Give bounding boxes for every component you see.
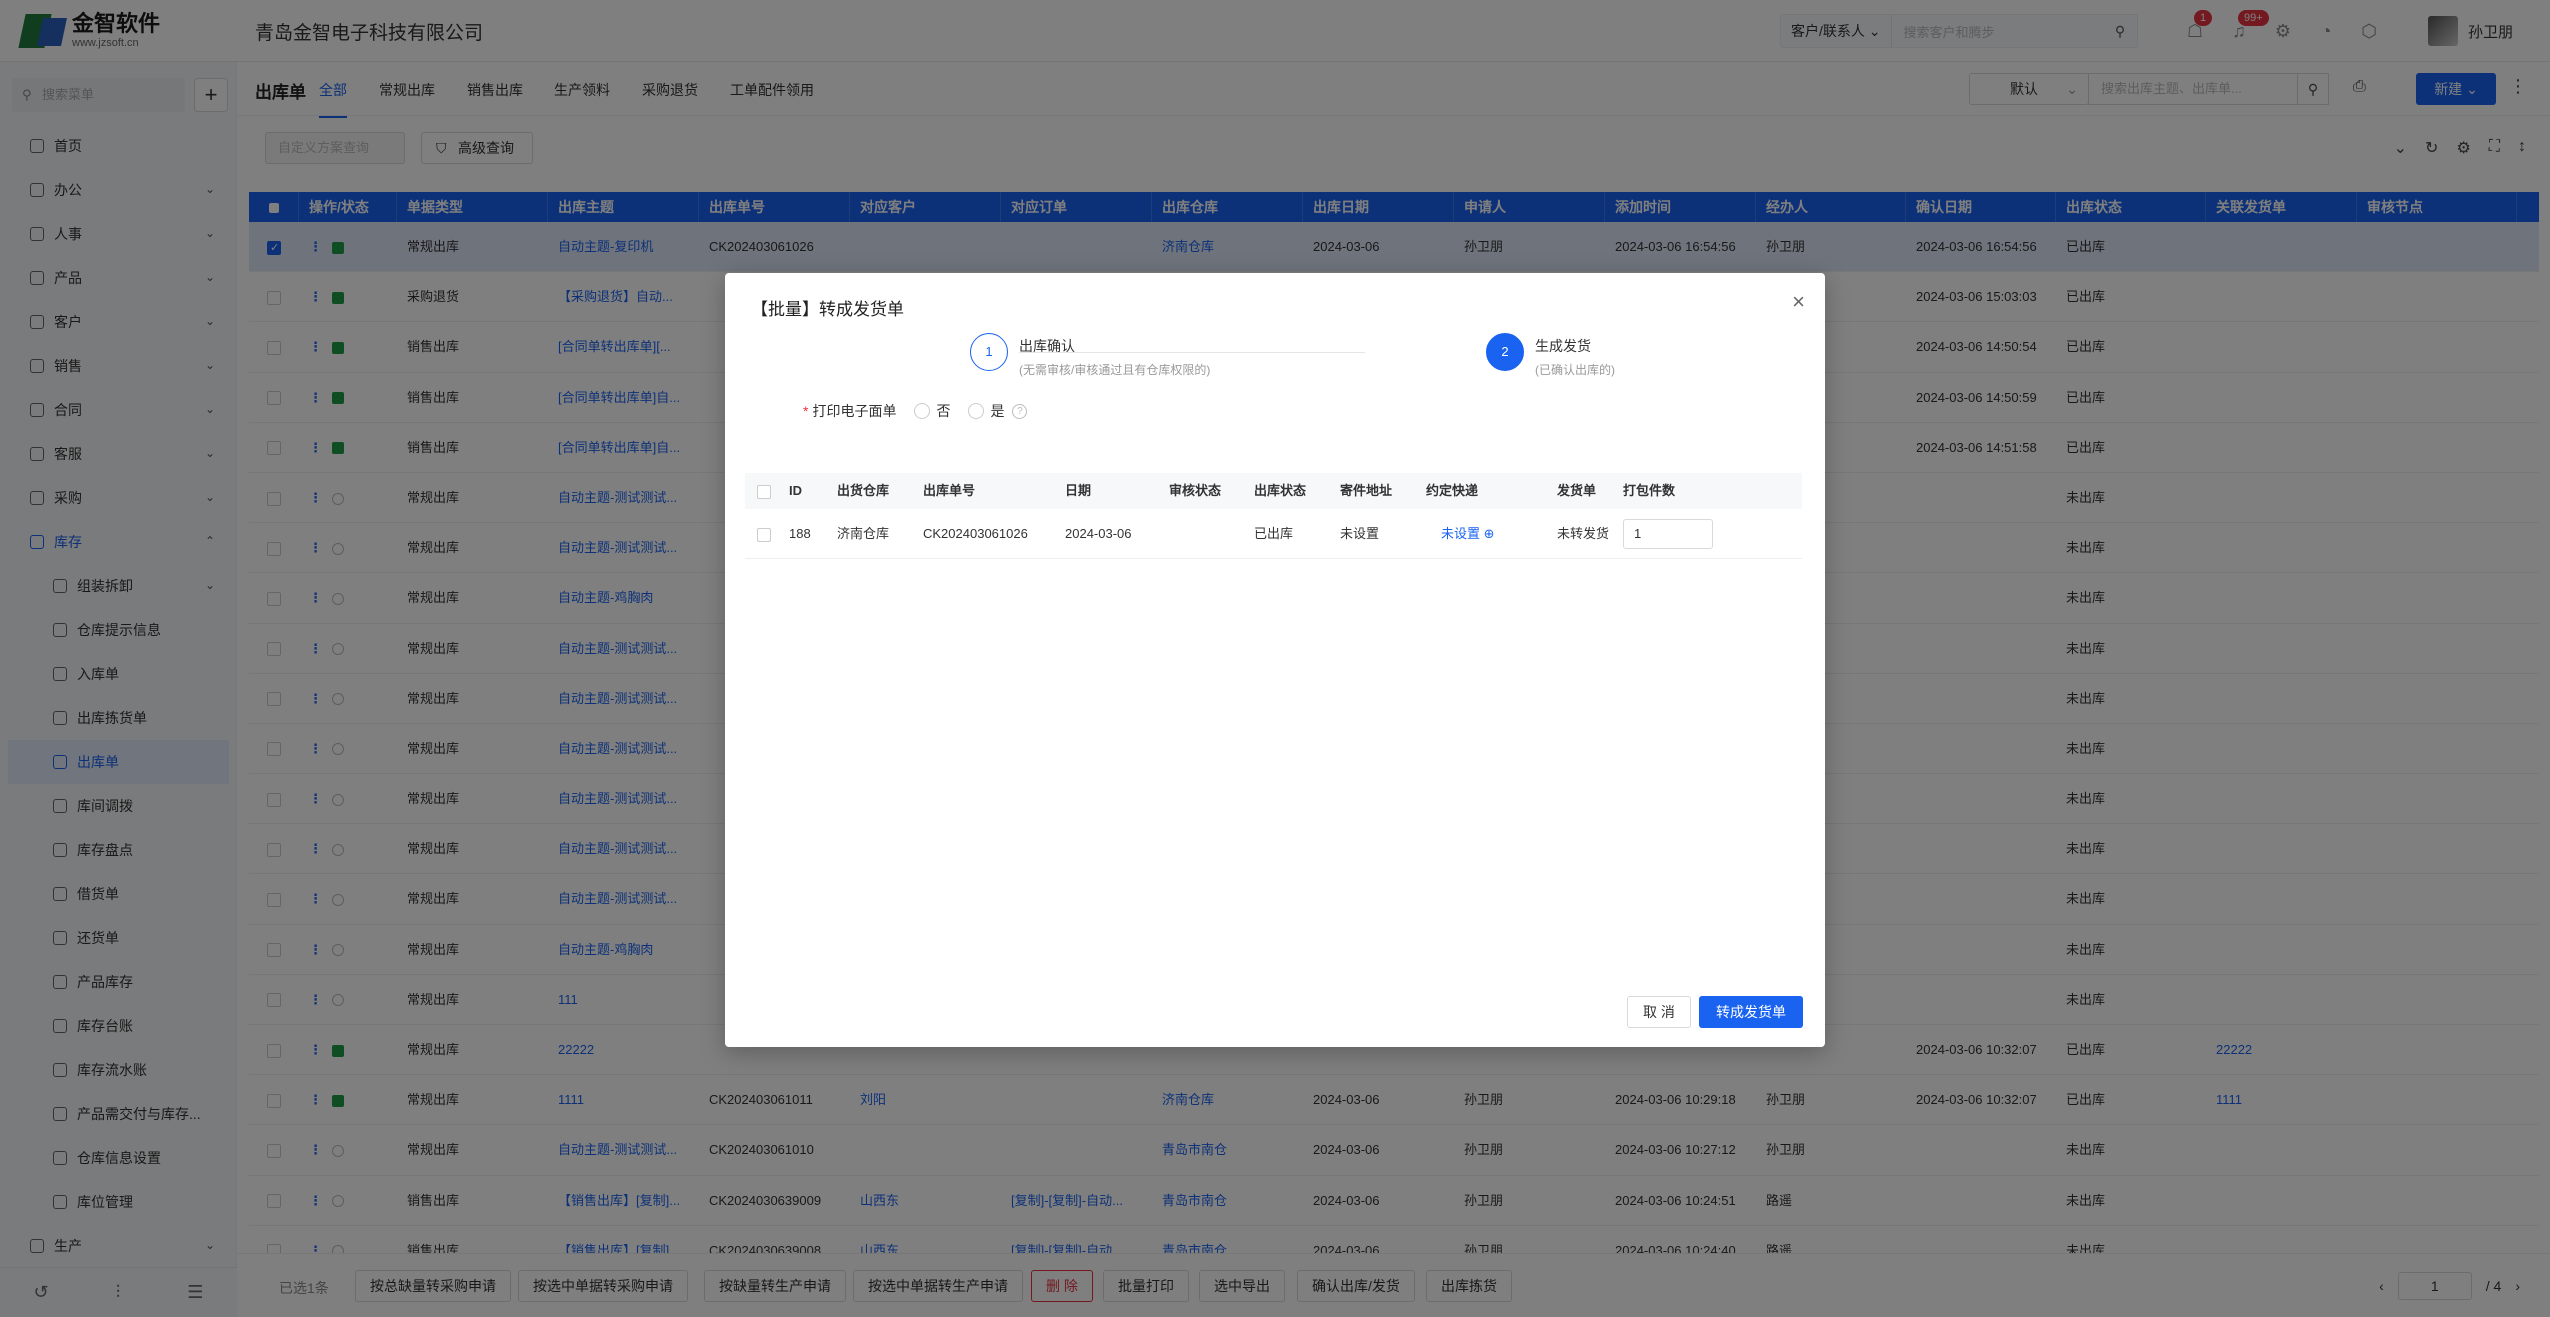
row-shipping-order: 未转发货 [1557, 526, 1610, 541]
step-2-circle: 2 [1486, 333, 1524, 371]
col-outbound-status: 出库状态 [1254, 483, 1307, 498]
col-outbound-no: 出库单号 [923, 483, 976, 498]
row-date: 2024-03-06 [1065, 526, 1132, 541]
shipping-table-row: 188 济南仓库 CK202403061026 2024-03-06 已出库 未… [745, 509, 1802, 559]
row-warehouse: 济南仓库 [837, 526, 890, 541]
row-outbound-status: 已出库 [1254, 526, 1294, 541]
row-id: 188 [789, 526, 811, 541]
package-count-input[interactable]: 1 [1623, 519, 1713, 549]
radio-yes-label[interactable]: 是 [990, 401, 1004, 421]
row-express-link[interactable]: 未设置 ⊕ [1441, 509, 1495, 559]
step-2-title: 生成发货 [1535, 338, 1591, 354]
col-express: 约定快递 [1426, 483, 1479, 498]
row-sender-address: 未设置 [1340, 526, 1380, 541]
col-audit-status: 审核状态 [1169, 483, 1222, 498]
step-2: 2 生成发货 (已确认出库的) [1486, 333, 1615, 378]
row-express-label: 未设置 [1441, 526, 1481, 541]
col-ship-warehouse: 出货仓库 [837, 483, 890, 498]
shipping-table: ID 出货仓库 出库单号 日期 审核状态 出库状态 寄件地址 约定快递 发货单 … [745, 473, 1802, 559]
col-date: 日期 [1065, 483, 1092, 498]
zoom-icon[interactable]: ⊕ [1484, 526, 1495, 541]
radio-no[interactable] [914, 403, 931, 419]
help-icon[interactable]: ? [1012, 403, 1028, 419]
print-waybill-label: 打印电子面单 [812, 403, 897, 419]
step-1: 1 出库确认 (无需审核/审核通过且有仓库权限的) [970, 333, 1210, 378]
step-1-circle: 1 [970, 333, 1008, 371]
radio-no-label[interactable]: 否 [936, 401, 950, 421]
step-divider [1019, 352, 1365, 353]
required-mark: * [803, 403, 809, 419]
close-icon[interactable]: × [1792, 289, 1805, 315]
col-id: ID [789, 483, 802, 498]
shipping-table-header: ID 出货仓库 出库单号 日期 审核状态 出库状态 寄件地址 约定快递 发货单 … [745, 473, 1802, 509]
col-sender-address: 寄件地址 [1340, 483, 1393, 498]
col-package-count: 打包件数 [1623, 483, 1676, 498]
col-shipping-order: 发货单 [1557, 483, 1597, 498]
step-2-desc: (已确认出库的) [1535, 363, 1615, 377]
step-1-desc: (无需审核/审核通过且有仓库权限的) [1019, 363, 1211, 377]
cancel-button[interactable]: 取 消 [1627, 996, 1691, 1028]
step-1-title: 出库确认 [1019, 338, 1075, 354]
print-waybill-row: * 打印电子面单 否 是 ? [803, 401, 1028, 421]
convert-to-shipping-modal: 【批量】转成发货单 × 1 出库确认 (无需审核/审核通过且有仓库权限的) 2 … [725, 273, 1825, 1047]
shipping-select-all-checkbox[interactable] [757, 473, 771, 509]
modal-title: 【批量】转成发货单 [751, 300, 904, 319]
row-checkbox[interactable] [757, 509, 771, 559]
convert-confirm-button[interactable]: 转成发货单 [1699, 996, 1803, 1028]
radio-yes[interactable] [968, 403, 985, 419]
row-outbound-no: CK202403061026 [923, 526, 1028, 541]
